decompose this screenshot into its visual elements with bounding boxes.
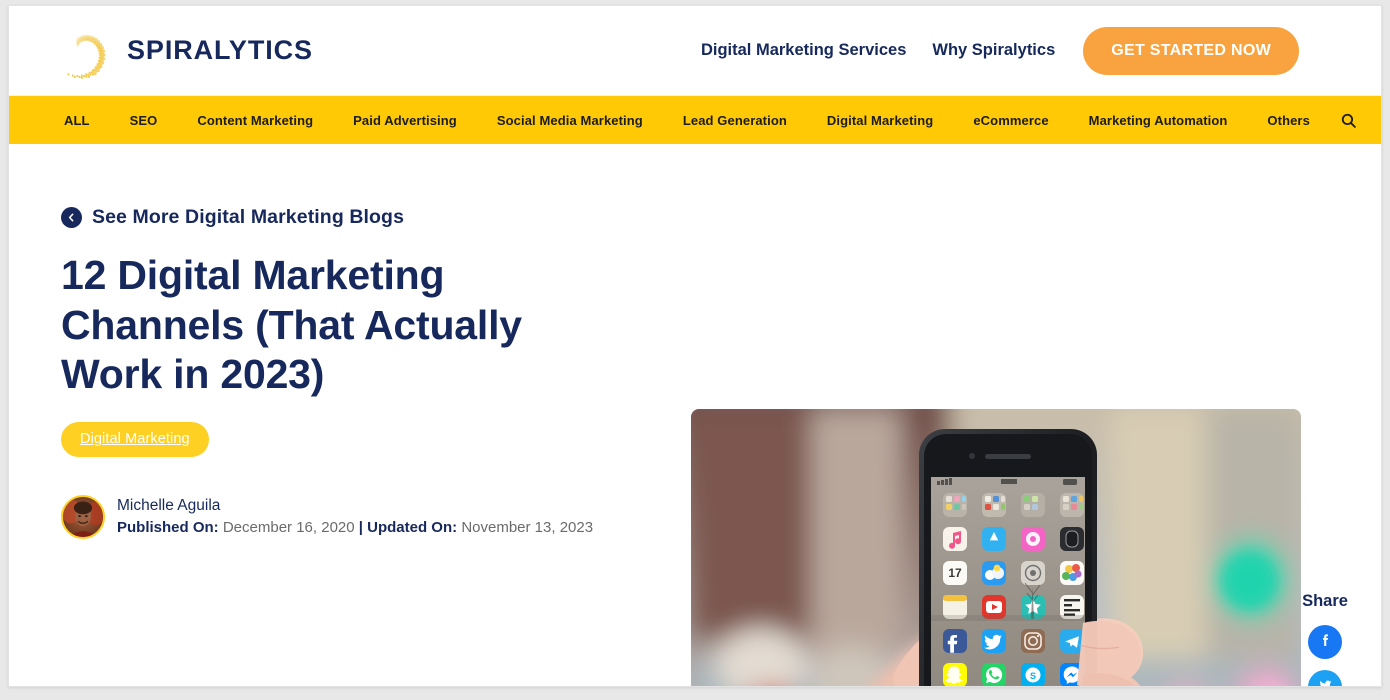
avatar	[61, 494, 105, 539]
share-rail: Share	[1291, 592, 1359, 686]
brand-logo-link[interactable]: SPIRALYTICS	[51, 20, 313, 82]
chevron-left-circle-icon	[61, 207, 82, 228]
published-on-date: December 16, 2020	[222, 519, 355, 537]
category-item-others[interactable]: Others	[1267, 113, 1310, 128]
category-item-marketing-automation[interactable]: Marketing Automation	[1089, 113, 1228, 128]
category-item-ecommerce[interactable]: eCommerce	[973, 113, 1048, 128]
svg-text:17: 17	[948, 566, 962, 580]
share-label: Share	[1302, 592, 1348, 610]
search-icon[interactable]	[1340, 112, 1357, 129]
updated-on-label: Updated On:	[367, 519, 458, 537]
share-facebook-button[interactable]	[1308, 625, 1342, 659]
category-item-digital-marketing[interactable]: Digital Marketing	[827, 113, 933, 128]
category-item-social-media-marketing[interactable]: Social Media Marketing	[497, 113, 643, 128]
back-to-blogs-link[interactable]: See More Digital Marketing Blogs	[61, 206, 629, 229]
date-separator: |	[358, 519, 363, 537]
main-content: See More Digital Marketing Blogs 12 Digi…	[9, 144, 1381, 686]
nav-item-digital-marketing-services[interactable]: Digital Marketing Services	[701, 41, 906, 60]
share-twitter-button[interactable]	[1308, 670, 1342, 686]
category-item-paid-advertising[interactable]: Paid Advertising	[353, 113, 457, 128]
page-title: 12 Digital Marketing Channels (That Actu…	[61, 252, 522, 398]
category-item-seo[interactable]: SEO	[130, 113, 158, 128]
site-header: SPIRALYTICS Digital Marketing Services W…	[9, 6, 1381, 96]
spiral-dots-logo-icon	[51, 20, 113, 82]
get-started-now-button[interactable]: GET STARTED NOW	[1083, 26, 1299, 75]
author-name: Michelle Aguila	[117, 496, 221, 514]
article-header-column: See More Digital Marketing Blogs 12 Digi…	[9, 206, 649, 539]
svg-text:S: S	[1030, 671, 1036, 681]
published-on-label: Published On:	[117, 519, 219, 537]
updated-on-date: November 13, 2023	[461, 519, 594, 537]
category-item-lead-generation[interactable]: Lead Generation	[683, 113, 787, 128]
nav-item-why-spiralytics[interactable]: Why Spiralytics	[932, 41, 1055, 60]
status-badge[interactable]: Digital Marketing	[61, 421, 209, 457]
page-container: SPIRALYTICS Digital Marketing Services W…	[8, 5, 1382, 687]
back-to-blogs-label: See More Digital Marketing Blogs	[92, 206, 405, 228]
primary-nav: Digital Marketing Services Why Spiralyti…	[701, 26, 1299, 75]
author-dates: Published On: December 16, 2020 | Update…	[117, 517, 593, 539]
category-nav-bar: ALL SEO Content Marketing Paid Advertisi…	[9, 96, 1381, 144]
category-item-all[interactable]: ALL	[64, 113, 90, 128]
brand-name: SPIRALYTICS	[127, 35, 313, 65]
author-byline: Michelle Aguila Published On: December 1…	[61, 494, 629, 539]
facebook-icon	[1315, 631, 1335, 654]
hero-image: 17 S	[691, 409, 1301, 686]
twitter-icon	[1316, 676, 1335, 686]
category-item-content-marketing[interactable]: Content Marketing	[197, 113, 313, 128]
author-meta: Michelle Aguila Published On: December 1…	[117, 495, 593, 539]
